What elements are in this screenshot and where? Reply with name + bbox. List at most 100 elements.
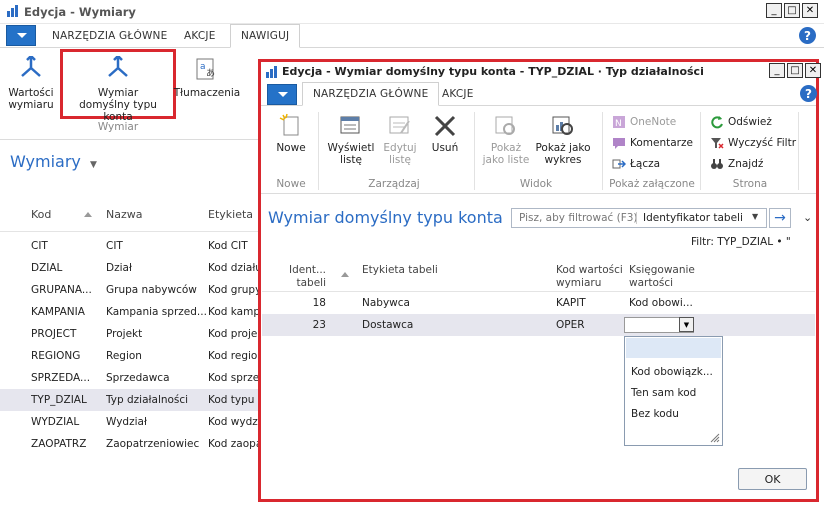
table-row[interactable]: TYP_DZIAL Typ działalności Kod typu <box>0 389 258 411</box>
name-cell: Zaopatrzeniowiec <box>106 438 200 450</box>
search-input[interactable]: Pisz, aby filtrować (F3) <box>519 212 638 224</box>
onenote-button[interactable]: N OneNote <box>612 111 676 132</box>
label-cell: Kod CIT <box>208 240 248 252</box>
ribbon-group-view: Widok <box>519 178 553 190</box>
label-cell: Kod wydziału <box>208 416 258 428</box>
code-cell: KAMPANIA <box>31 306 85 318</box>
dimension-value-cell: KAPIT <box>556 297 586 309</box>
dialog-title: Edycja - Wymiar domyślny typu konta - TY… <box>282 65 704 78</box>
posting-dropdown-button[interactable]: ▼ <box>679 317 694 332</box>
main-window-controls: _ □ ✕ <box>766 3 818 18</box>
view-list-button[interactable]: Wyświetl listę <box>326 113 376 166</box>
dropdown-options: Kod obowiązk... Ten sam kod Bez kodu <box>625 338 722 425</box>
show-as-list-button[interactable]: Pokaż jako liste <box>480 113 532 166</box>
links-button[interactable]: Łącza <box>612 153 660 174</box>
app-icon <box>266 66 277 78</box>
column-header-label[interactable]: Etykieta <box>208 208 253 221</box>
dialog-page-title[interactable]: Wymiar domyślny typu konta ▼ <box>268 208 519 227</box>
search-go-icon[interactable]: → <box>769 208 791 228</box>
column-header-table-id[interactable]: Ident... tabeli <box>270 264 326 290</box>
svg-text:N: N <box>615 119 622 129</box>
onenote-icon: N <box>613 115 625 129</box>
main-window-title: Edycja - Wymiary <box>24 5 136 19</box>
app-icon <box>7 5 18 17</box>
tab-actions[interactable]: AKCJE <box>174 24 226 48</box>
table-row[interactable]: WYDZIAL Wydział Kod wydziału <box>0 411 258 433</box>
dropdown-option[interactable] <box>626 338 721 358</box>
dialog-tab-home[interactable]: NARZĘDZIA GŁÓWNE <box>302 82 440 106</box>
table-row[interactable]: SPRZEDA... Sprzedawca Kod sprzedawcy <box>0 367 258 389</box>
delete-button[interactable]: Usuń <box>426 113 464 154</box>
name-cell: Wydział <box>106 416 147 428</box>
dropdown-option[interactable]: Kod obowiązk... <box>625 362 722 383</box>
column-header-code[interactable]: Kod <box>31 208 51 221</box>
list-title[interactable]: Wymiary ▼ <box>10 152 97 171</box>
chart-view-icon <box>552 116 573 135</box>
ribbon-group-manage: Zarządzaj <box>368 178 420 190</box>
ok-button[interactable]: OK <box>738 468 807 490</box>
main-app-menu-button[interactable] <box>6 25 36 46</box>
column-header-table-caption[interactable]: Etykieta tabeli <box>362 264 438 276</box>
table-row[interactable]: CIT CIT Kod CIT <box>0 235 258 257</box>
translations-button[interactable]: a あ Tłumaczenia <box>174 56 240 99</box>
dialog-window-controls: _ □ ✕ <box>769 63 821 78</box>
name-cell: Sprzedawca <box>106 372 170 384</box>
close-icon[interactable]: ✕ <box>802 3 818 18</box>
dialog-tab-actions[interactable]: AKCJE <box>432 82 484 106</box>
minimize-icon[interactable]: _ <box>769 63 785 78</box>
search-divider <box>636 212 637 224</box>
resize-grip-icon[interactable] <box>710 433 720 443</box>
clear-filter-button[interactable]: Wyczyść Filtr <box>710 132 796 153</box>
delete-icon <box>434 115 456 137</box>
ribbon-group-attachments: Pokaż załączone <box>609 178 695 190</box>
comments-button[interactable]: Komentarze <box>612 132 693 153</box>
name-cell: Kampania sprzed... <box>106 306 206 318</box>
column-header-value-posting[interactable]: Księgowanie wartości <box>629 264 695 290</box>
refresh-button[interactable]: Odśwież <box>710 111 772 132</box>
main-title-bar: Edycja - Wymiary _ □ ✕ <box>0 0 824 24</box>
new-icon <box>279 113 299 136</box>
help-icon[interactable]: ? <box>799 27 816 44</box>
svg-text:あ: あ <box>206 68 215 79</box>
list-header-divider <box>0 231 258 232</box>
default-dimension-button[interactable]: Wymiar domyślny typu konta <box>63 56 173 123</box>
table-row[interactable]: REGIONG Region Kod regionu <box>0 345 258 367</box>
close-icon[interactable]: ✕ <box>805 63 821 78</box>
show-as-chart-button[interactable]: Pokaż jako wykres <box>534 113 592 166</box>
find-button[interactable]: Znajdź <box>710 153 763 174</box>
table-row[interactable]: KAMPANIA Kampania sprzed...Kod kampanii <box>0 301 258 323</box>
dropdown-arrow-icon[interactable]: ▼ <box>752 212 758 221</box>
new-button[interactable]: Nowe <box>270 113 312 154</box>
name-cell: CIT <box>106 240 123 252</box>
table-row[interactable]: DZIAL Dział Kod działu <box>0 257 258 279</box>
dialog-app-menu-button[interactable] <box>267 84 297 105</box>
table-row[interactable]: 23 Dostawca OPER <box>262 314 815 336</box>
ribbon-separator <box>474 112 475 190</box>
maximize-icon[interactable]: □ <box>784 3 800 18</box>
minimize-icon[interactable]: _ <box>766 3 782 18</box>
label-cell: Kod sprzedawcy <box>208 372 258 384</box>
tab-home[interactable]: NARZĘDZIA GŁÓWNE <box>42 24 177 48</box>
value-posting-cell[interactable]: Kod obowi... <box>629 297 697 309</box>
code-cell: ZAOPATRZ <box>31 438 87 450</box>
posting-options-dropdown: Kod obowiązk... Ten sam kod Bez kodu <box>624 336 723 446</box>
table-row[interactable]: PROJECT Projekt Kod projektu <box>0 323 258 345</box>
dropdown-option[interactable]: Ten sam kod <box>625 383 722 404</box>
table-row[interactable]: GRUPANA... Grupa nabywców Kod grupy <box>0 279 258 301</box>
maximize-icon[interactable]: □ <box>787 63 803 78</box>
dimension-values-button[interactable]: Wartości wymiaru <box>6 56 56 111</box>
svg-text:a: a <box>200 62 206 72</box>
column-header-name[interactable]: Nazwa <box>106 208 142 221</box>
edit-list-button[interactable]: Edytuj listę <box>380 113 420 166</box>
collapse-chevron-icon[interactable]: ⌄ <box>803 211 812 224</box>
help-icon[interactable]: ? <box>800 85 817 102</box>
table-row[interactable]: 18 Nabywca KAPIT Kod obowi... <box>262 292 815 314</box>
column-header-dimension-value[interactable]: Kod wartości wymiaru <box>556 264 623 290</box>
code-cell: REGIONG <box>31 350 81 362</box>
filter-field-select[interactable]: Identyfikator tabeli <box>643 212 743 224</box>
table-row[interactable]: ZAOPATRZ Zaopatrzeniowiec Kod zaopatrz. <box>0 433 258 455</box>
dropdown-option[interactable]: Bez kodu <box>625 404 722 425</box>
default-dimensions-grid: 18 Nabywca KAPIT Kod obowi... 23 Dostawca OPER <box>262 292 815 336</box>
tab-navigate[interactable]: NAWIGUJ <box>230 24 301 48</box>
label-cell: Kod grupy <box>208 284 258 296</box>
